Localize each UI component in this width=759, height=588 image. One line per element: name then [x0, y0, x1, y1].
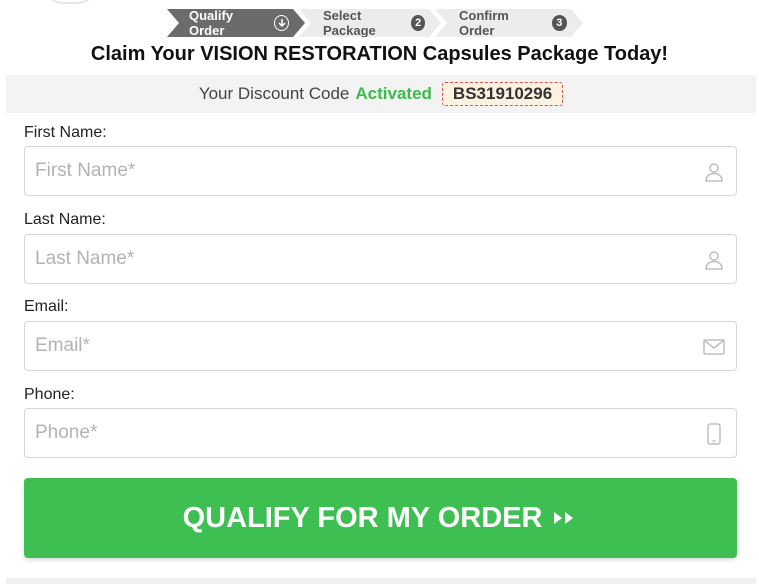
phone-input[interactable] — [25, 409, 736, 457]
progress-steps: Qualify Order Select Package 2 Confirm O… — [167, 9, 577, 37]
email-field-wrapper — [24, 321, 737, 371]
user-icon — [705, 251, 723, 270]
step-select-package: Select Package 2 — [299, 9, 441, 37]
envelope-icon — [703, 339, 725, 355]
first-name-input[interactable] — [25, 147, 736, 195]
first-name-label: First Name: — [24, 124, 107, 141]
last-name-label: Last Name: — [24, 211, 106, 228]
step-label: Qualify Order — [189, 8, 234, 38]
discount-code-badge: BS31910296 — [441, 82, 564, 106]
mobile-phone-icon — [707, 423, 721, 445]
submit-label: QUALIFY FOR MY ORDER — [182, 501, 543, 534]
email-label: Email: — [24, 298, 69, 315]
step-label: Confirm Order — [459, 8, 509, 38]
down-arrow-circle-icon — [274, 15, 289, 31]
divider — [6, 578, 756, 584]
step-number: 2 — [411, 15, 425, 31]
email-input[interactable] — [25, 322, 736, 370]
discount-code-bar: Your Discount Code Activated BS31910296 — [6, 75, 756, 113]
page-headline: Claim Your VISION RESTORATION Capsules P… — [90, 43, 669, 65]
last-name-field-wrapper — [24, 234, 737, 284]
step-qualify-order: Qualify Order — [167, 9, 305, 37]
step-number: 3 — [552, 15, 567, 31]
step-label: Select Package — [323, 8, 376, 38]
decorative-arc — [40, 0, 100, 4]
phone-field-wrapper — [24, 408, 737, 458]
last-name-input[interactable] — [25, 235, 736, 283]
discount-status: Activated — [355, 84, 432, 103]
phone-label: Phone: — [24, 386, 75, 403]
user-icon — [705, 163, 723, 182]
double-play-icon — [552, 509, 578, 527]
first-name-field-wrapper — [24, 146, 737, 196]
step-confirm-order: Confirm Order 3 — [435, 9, 583, 37]
discount-prefix: Your Discount Code — [198, 84, 350, 103]
qualify-order-button[interactable]: QUALIFY FOR MY ORDER — [24, 478, 737, 558]
